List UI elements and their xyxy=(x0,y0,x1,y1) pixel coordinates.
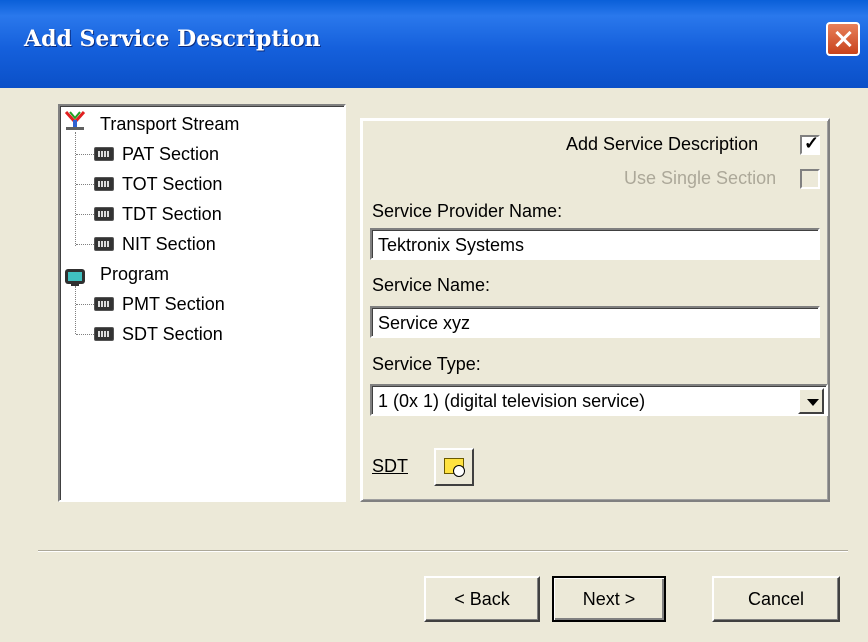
service-type-select[interactable]: 1 (0x 1) (digital television service) xyxy=(370,384,828,416)
close-button[interactable] xyxy=(826,22,860,56)
tree-item-program[interactable]: Program xyxy=(100,264,169,285)
tree-item-transport-stream[interactable]: Transport Stream xyxy=(100,114,239,135)
service-provider-name-input[interactable]: Tektronix Systems xyxy=(370,228,820,260)
back-button[interactable]: < Back xyxy=(424,576,540,622)
transport-stream-icon xyxy=(64,110,86,130)
section-icon xyxy=(94,207,114,221)
section-icon xyxy=(94,177,114,191)
tree-connector xyxy=(76,184,94,185)
service-name-input[interactable]: Service xyz xyxy=(370,306,820,338)
section-icon xyxy=(94,327,114,341)
tree-item-sdt-section[interactable]: SDT Section xyxy=(122,324,223,345)
dialog-window: Add Service Description Transport Stream… xyxy=(0,0,868,642)
cancel-button[interactable]: Cancel xyxy=(712,576,840,622)
tree-connector xyxy=(76,244,94,245)
use-single-section-checkbox[interactable] xyxy=(800,169,820,189)
tree-item-pmt-section[interactable]: PMT Section xyxy=(122,294,225,315)
section-icon xyxy=(94,297,114,311)
tree-connector xyxy=(76,334,94,335)
tree-connector xyxy=(76,304,94,305)
window-title: Add Service Description xyxy=(24,26,321,52)
next-button[interactable]: Next > xyxy=(552,576,666,622)
tree-connector xyxy=(76,214,94,215)
use-single-section-label: Use Single Section xyxy=(624,168,777,188)
tree-item-nit-section[interactable]: NIT Section xyxy=(122,234,216,255)
tree-item-tot-section[interactable]: TOT Section xyxy=(122,174,222,195)
service-provider-name-label: Service Provider Name: xyxy=(372,201,563,221)
service-type-value: 1 (0x 1) (digital television service) xyxy=(378,391,646,411)
section-icon xyxy=(94,147,114,161)
section-icon xyxy=(94,237,114,251)
tree-item-pat-section[interactable]: PAT Section xyxy=(122,144,219,165)
add-service-description-label: Add Service Description xyxy=(566,134,759,154)
service-name-label: Service Name: xyxy=(372,275,491,295)
clock-icon xyxy=(453,465,465,477)
check-mark-icon: ✓ xyxy=(804,133,820,153)
sdt-button[interactable] xyxy=(434,448,474,486)
tree-connector xyxy=(76,154,94,155)
add-service-description-checkbox[interactable]: ✓ xyxy=(800,133,820,155)
section-tree[interactable]: Transport Stream PAT Section TOT Section… xyxy=(58,104,346,502)
tree-connector xyxy=(75,132,76,246)
separator xyxy=(38,550,848,552)
title-bar: Add Service Description xyxy=(0,0,868,88)
program-icon xyxy=(65,269,85,286)
sdt-label: SDT xyxy=(372,456,408,476)
service-type-label: Service Type: xyxy=(372,354,481,374)
chevron-down-icon[interactable] xyxy=(798,388,824,414)
tree-connector xyxy=(75,286,76,334)
tree-item-tdt-section[interactable]: TDT Section xyxy=(122,204,222,225)
